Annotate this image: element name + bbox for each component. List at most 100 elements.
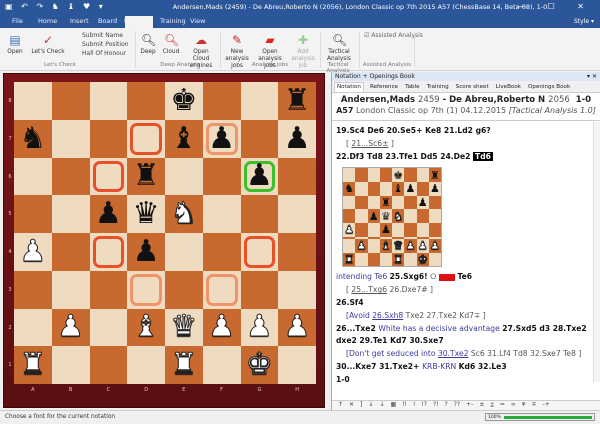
square-d1[interactable] xyxy=(127,346,165,384)
black-pawn-icon[interactable]: ♟ xyxy=(208,123,235,154)
square-f4[interactable] xyxy=(202,233,241,271)
annotation-symbol-button[interactable]: ?! xyxy=(433,401,439,410)
tab-insert[interactable]: Insert xyxy=(70,17,89,25)
annotation-symbol-button[interactable]: ] xyxy=(360,401,362,410)
panel-tab-livebook[interactable]: LiveBook xyxy=(495,84,522,92)
hall-of-honour-button[interactable]: Hall Of Honour xyxy=(82,50,126,57)
notation-text[interactable]: 19.Sc4 De6 20.Se5+ Ke8 21.Ld2 g6? [ 21...… xyxy=(332,122,594,382)
variation-text[interactable]: [ xyxy=(336,285,351,294)
square-e6[interactable] xyxy=(392,195,405,210)
annotation-symbol-button[interactable]: ✕ xyxy=(349,401,354,410)
square-a4[interactable]: ♟ xyxy=(343,222,356,237)
square-h7[interactable]: ♟ xyxy=(428,182,441,196)
square-f8[interactable] xyxy=(202,82,241,120)
white-pawn-icon[interactable]: ♟ xyxy=(208,311,236,342)
cloud-button[interactable]: 🔍︎ Cloud xyxy=(160,33,182,56)
square-e1[interactable]: ♜ xyxy=(392,252,405,267)
black-bishop-icon[interactable]: ♝ xyxy=(393,183,403,194)
notation-scrollbar[interactable] xyxy=(593,122,600,382)
square-d4[interactable]: ♟ xyxy=(379,222,392,237)
black-pawn-icon[interactable]: ♟ xyxy=(284,123,311,154)
white-knight-icon[interactable]: ♞ xyxy=(393,210,404,222)
square-a3[interactable] xyxy=(14,270,52,309)
square-a2[interactable] xyxy=(14,308,52,347)
move-text[interactable]: 30...Kxe7 31.Txe2+ xyxy=(336,362,422,371)
comment-text[interactable]: 26.Sxh8 xyxy=(372,311,403,320)
square-h7[interactable]: ♟ xyxy=(278,119,316,158)
move-text[interactable]: 27.Sxd5 d3 28.Txe2 xyxy=(502,324,587,333)
variation-text[interactable]: ] xyxy=(388,139,394,148)
square-f6[interactable] xyxy=(404,195,417,210)
tab-home[interactable]: Home xyxy=(38,17,57,25)
white-pawn-icon[interactable]: ♟ xyxy=(405,240,416,252)
square-b8[interactable] xyxy=(355,168,368,183)
square-e7[interactable]: ♝ xyxy=(392,182,405,196)
white-knight-icon[interactable]: ♞ xyxy=(170,198,198,229)
comment-text[interactable]: White has a decisive advantage xyxy=(378,324,502,333)
square-b6[interactable] xyxy=(355,195,368,210)
square-f8[interactable] xyxy=(404,168,417,183)
square-b2[interactable]: ♟ xyxy=(51,308,90,347)
white-pawn-icon[interactable]: ♟ xyxy=(429,240,440,252)
square-e1[interactable]: ♜ xyxy=(165,346,203,384)
panel-tab-table[interactable]: Table xyxy=(404,84,420,92)
square-a1[interactable]: ♜ xyxy=(343,252,356,267)
submit-position-button[interactable]: Submit Position xyxy=(82,41,129,48)
square-a5[interactable] xyxy=(14,195,52,233)
square-h6[interactable] xyxy=(278,157,316,196)
square-g3[interactable] xyxy=(240,270,279,309)
square-e5[interactable]: ♞ xyxy=(392,209,405,223)
square-e8[interactable]: ♚ xyxy=(392,168,405,183)
white-bishop-icon[interactable]: ♝ xyxy=(132,311,160,342)
square-c7[interactable] xyxy=(89,119,128,158)
square-g5[interactable] xyxy=(240,195,279,233)
square-g1[interactable]: ♚ xyxy=(416,252,429,267)
square-b1[interactable] xyxy=(51,346,90,384)
square-h2[interactable]: ♟ xyxy=(428,239,441,253)
tab-active[interactable] xyxy=(125,16,153,28)
square-f7[interactable]: ♟ xyxy=(404,182,417,196)
square-c5[interactable]: ♟ xyxy=(367,209,380,223)
square-b5[interactable] xyxy=(355,209,368,223)
square-b1[interactable] xyxy=(355,252,368,267)
white-pawn-icon[interactable]: ♟ xyxy=(19,236,47,267)
square-c3[interactable] xyxy=(89,270,128,309)
black-pawn-icon[interactable]: ♟ xyxy=(430,183,440,194)
lets-check-button[interactable]: ✓ Let's Check xyxy=(30,33,66,56)
move-text[interactable]: 26.Sf4 xyxy=(336,298,364,307)
move-text[interactable]: 19.Sc4 De6 20.Se5+ Ke8 21.Ld2 g6? xyxy=(336,126,491,135)
square-g1[interactable]: ♚ xyxy=(240,346,279,384)
square-d6[interactable]: ♜ xyxy=(127,157,165,196)
square-d4[interactable]: ♟ xyxy=(127,233,165,271)
annotation-symbol-button[interactable]: ⩲ xyxy=(490,401,494,410)
white-pawn-icon[interactable]: ♟ xyxy=(245,311,273,342)
black-king-icon[interactable]: ♚ xyxy=(170,85,197,116)
square-c4[interactable] xyxy=(89,233,128,271)
square-a4[interactable]: ♟ xyxy=(14,233,52,271)
white-rook-icon[interactable]: ♜ xyxy=(19,349,47,380)
tab-training[interactable]: Training xyxy=(160,17,186,25)
square-h1[interactable] xyxy=(428,252,441,267)
square-c8[interactable] xyxy=(89,82,128,120)
white-pawn-icon[interactable]: ♟ xyxy=(417,240,428,252)
square-e2[interactable]: ♛ xyxy=(165,308,203,347)
square-h1[interactable] xyxy=(278,346,316,384)
white-pawn-icon[interactable]: ♟ xyxy=(344,224,355,236)
square-f5[interactable] xyxy=(202,195,241,233)
variation-text[interactable]: Sc6 31.Lf4 Td8 32.Sxe7 Te8 ] xyxy=(468,349,581,358)
annotation-symbol-button[interactable]: +- xyxy=(466,401,473,410)
square-f4[interactable] xyxy=(404,222,417,237)
black-rook-icon[interactable]: ♜ xyxy=(133,161,160,191)
move-text[interactable]: 26...Txe2 xyxy=(336,324,378,333)
square-g7[interactable] xyxy=(416,182,429,196)
square-b5[interactable] xyxy=(51,195,90,233)
square-d6[interactable]: ♜ xyxy=(379,195,392,210)
square-d2[interactable]: ♝ xyxy=(379,239,392,253)
white-pawn-icon[interactable]: ♟ xyxy=(283,311,311,342)
square-e2[interactable]: ♛ xyxy=(392,239,405,253)
square-c8[interactable] xyxy=(367,168,380,183)
square-a8[interactable] xyxy=(14,82,52,120)
square-b6[interactable] xyxy=(51,157,90,196)
comment-text[interactable]: [Don't get seduced into xyxy=(336,349,438,358)
square-d2[interactable]: ♝ xyxy=(127,308,165,347)
